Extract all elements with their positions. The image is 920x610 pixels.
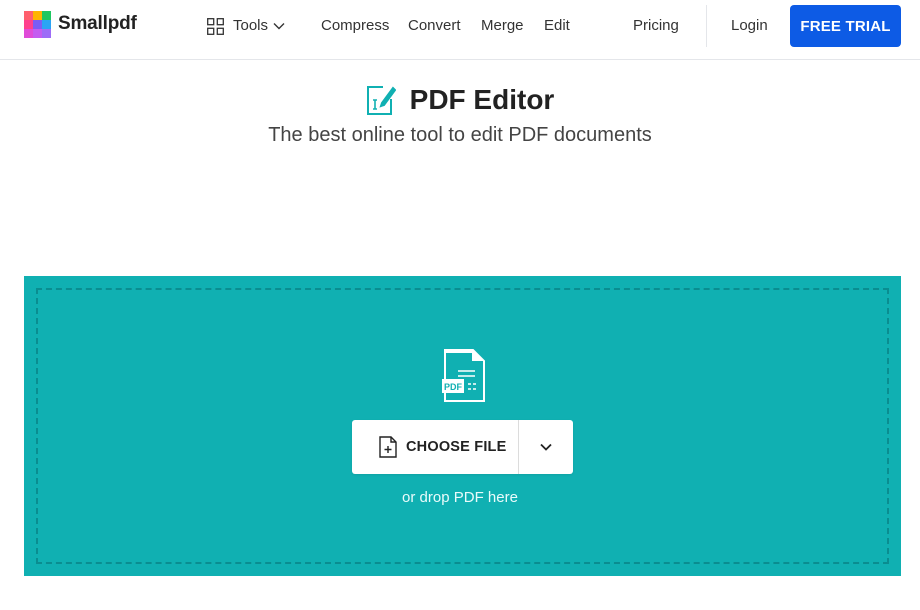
free-trial-button[interactable]: FREE TRIAL (790, 5, 901, 47)
drop-hint-text: or drop PDF here (402, 489, 518, 506)
page-title: PDF Editor (409, 84, 555, 115)
nav-link-pricing[interactable]: Pricing (633, 16, 679, 36)
smallpdf-logo-mark-icon (24, 10, 51, 38)
chevron-down-icon (273, 23, 285, 30)
nav-link-convert[interactable]: Convert (408, 16, 461, 36)
nav-divider (706, 5, 707, 47)
brand-name: Smallpdf (58, 13, 137, 34)
tools-label: Tools (233, 17, 269, 34)
top-navigation-bar: Smallpdf Tools Compress Convert Merge Ed… (0, 0, 920, 60)
choose-file-button[interactable]: CHOOSE FILE (352, 420, 518, 474)
nav-link-edit[interactable]: Edit (544, 16, 570, 36)
smallpdf-logo[interactable]: Smallpdf (24, 10, 137, 38)
upload-source-dropdown-button[interactable] (519, 420, 573, 474)
pdf-badge-text: PDF (444, 382, 463, 392)
edit-document-icon (366, 86, 396, 115)
login-link[interactable]: Login (731, 16, 768, 36)
tools-menu-button[interactable]: Tools (207, 16, 285, 36)
pdf-file-icon: PDF (442, 349, 485, 402)
chevron-down-icon (540, 443, 552, 451)
choose-file-button-group: CHOOSE FILE (352, 420, 573, 474)
grid-icon (207, 17, 224, 35)
page-heading: PDF Editor (0, 84, 920, 116)
page-subtitle: The best online tool to edit PDF documen… (268, 124, 652, 146)
add-file-icon (379, 436, 397, 458)
nav-link-merge[interactable]: Merge (481, 16, 524, 36)
nav-link-compress[interactable]: Compress (321, 16, 389, 36)
choose-file-label: CHOOSE FILE (406, 439, 507, 455)
